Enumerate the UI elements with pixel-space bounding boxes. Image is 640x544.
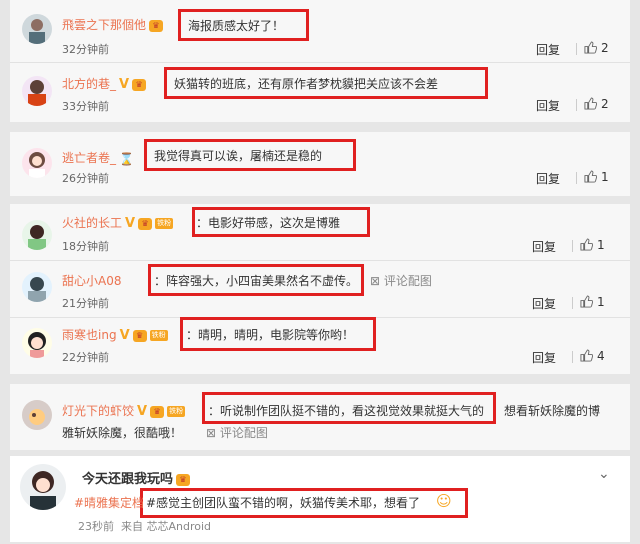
comment-user-name[interactable]: 甜心小A08: [62, 272, 121, 289]
comment-user-name[interactable]: 雨寒也ing V ♛ 铁粉: [62, 326, 168, 343]
divider: [572, 240, 573, 252]
like-button[interactable]: 2: [584, 41, 609, 55]
crown-icon: ♛: [176, 473, 191, 486]
post-source: 来自 芯芯Android: [121, 520, 212, 533]
comment-text: ：晴明，晴明，电影院等你哟！: [186, 328, 355, 342]
comment-user-name[interactable]: 飛雲之下那個他 ♛: [62, 16, 164, 33]
avatar[interactable]: [22, 400, 52, 430]
comment-text: 妖猫转的班底，还有原作者梦枕貘把关应该不会差: [174, 77, 439, 91]
comment-time: 22分钟前: [62, 351, 109, 364]
verified-icon: V: [119, 77, 130, 92]
thumbs-up-icon: [580, 238, 593, 251]
like-count: 2: [601, 41, 609, 55]
avatar[interactable]: [22, 148, 52, 178]
post-card: 今天还跟我玩吗 ♛ ⌄ #晴雅集定档 #感觉主创团队蛮不错的啊，妖猫传美术耶，想看…: [10, 456, 630, 542]
comment-user-name[interactable]: 灯光下的虾饺 V ♛ 铁粉: [62, 402, 186, 419]
comment-time: 32分钟前: [62, 43, 109, 56]
comment-text: 我觉得真可以诶，屠楠还是稳的: [154, 149, 323, 163]
fan-badge-icon: 铁粉: [149, 330, 168, 341]
crown-icon: ♛: [138, 217, 153, 230]
like-button[interactable]: 2: [584, 97, 609, 111]
comment-text: ：电影好带感，这次是博雅: [196, 216, 341, 230]
thumbs-up-icon: [580, 295, 593, 308]
comment-user-name[interactable]: 火社的长工 V ♛ 铁粉: [62, 214, 174, 231]
reply-button[interactable]: 回复: [532, 349, 556, 366]
divider: [572, 351, 573, 363]
reply-button[interactable]: 回复: [536, 97, 560, 114]
like-count: 2: [601, 97, 609, 111]
crown-icon: ♛: [150, 405, 165, 418]
avatar[interactable]: [22, 220, 52, 250]
crown-icon: ♛: [132, 78, 147, 91]
reply-button[interactable]: 回复: [532, 295, 556, 312]
thumbs-up-icon: [580, 349, 593, 362]
picture-icon: ⊠: [206, 426, 217, 440]
like-count: 1: [601, 170, 609, 184]
post-text: #感觉主创团队蛮不错的啊，妖猫传美术耶，想看了: [146, 496, 421, 510]
post-user-name[interactable]: 今天还跟我玩吗 ♛: [82, 468, 191, 487]
comment-text: 海报质感太好了！: [188, 19, 285, 33]
divider: [10, 260, 630, 261]
thumbs-up-icon: [584, 97, 597, 110]
comment-time: 21分钟前: [62, 297, 109, 310]
like-button[interactable]: 4: [580, 349, 605, 363]
post-time: 23秒前 来自 芯芯Android: [78, 520, 212, 533]
comment-time: 26分钟前: [62, 172, 109, 185]
picture-icon: ⊠: [370, 274, 381, 288]
like-count: 4: [597, 349, 605, 363]
hourglass-icon: ⌛: [119, 151, 134, 166]
comment-card-1: 飛雲之下那個他 ♛ 海报质感太好了！ 32分钟前 回复 2 北方的巷_ V ♛ 妖猫转…: [10, 0, 630, 122]
reply-button[interactable]: 回复: [536, 41, 560, 58]
comment-card-3: 火社的长工 V ♛ 铁粉 ：电影好带感，这次是博雅 18分钟前 回复 1 甜心小A08…: [10, 204, 630, 374]
like-count: 1: [597, 295, 605, 309]
avatar[interactable]: [22, 272, 52, 302]
divider: [576, 43, 577, 55]
comment-text: ：阵容强大，小四宙美果然名不虚传。: [154, 274, 359, 288]
thumbs-up-icon: [584, 170, 597, 183]
comment-user-name[interactable]: 逃亡者卷_ ⌛: [62, 149, 134, 166]
avatar[interactable]: [22, 76, 52, 106]
like-button[interactable]: 1: [580, 295, 605, 309]
divider: [572, 297, 573, 309]
verified-icon: V: [119, 328, 130, 343]
verified-icon: V: [137, 404, 148, 419]
divider: [576, 172, 577, 184]
verified-icon: V: [125, 216, 136, 231]
comment-text-line2: 雅斩妖除魔，很酷哦！: [62, 426, 183, 440]
smile-emoji-icon: ☺: [436, 492, 452, 510]
thumbs-up-icon: [584, 41, 597, 54]
reply-button[interactable]: 回复: [532, 238, 556, 255]
fan-badge-icon: 铁粉: [155, 218, 174, 229]
like-count: 1: [597, 238, 605, 252]
comment-user-name[interactable]: 北方的巷_ V ♛: [62, 75, 147, 92]
crown-icon: ♛: [149, 19, 164, 32]
comment-time: 33分钟前: [62, 100, 109, 113]
comment-card-4: 灯光下的虾饺 V ♛ 铁粉 ：听说制作团队挺不错的，看这视觉效果就挺大气的 想看斩妖除…: [10, 384, 630, 450]
post-hashtag[interactable]: #晴雅集定档: [74, 494, 144, 511]
like-button[interactable]: 1: [580, 238, 605, 252]
comment-text: ：听说制作团队挺不错的，看这视觉效果就挺大气的: [208, 404, 485, 418]
like-button[interactable]: 1: [584, 170, 609, 184]
view-picture-link[interactable]: ⊠ 评论配图: [206, 424, 268, 441]
crown-icon: ♛: [132, 329, 147, 342]
fan-badge-icon: 铁粉: [167, 406, 186, 417]
comment-text-tail: 想看斩妖除魔的博: [504, 404, 601, 418]
avatar[interactable]: [22, 328, 52, 358]
avatar[interactable]: [20, 464, 66, 510]
divider: [576, 99, 577, 111]
reply-button[interactable]: 回复: [536, 170, 560, 187]
comment-card-2: 逃亡者卷_ ⌛ 我觉得真可以诶，屠楠还是稳的 26分钟前 回复 1: [10, 132, 630, 196]
divider: [10, 62, 630, 63]
chevron-down-icon[interactable]: ⌄: [598, 466, 610, 482]
view-picture-link[interactable]: ⊠ 评论配图: [370, 272, 432, 289]
avatar[interactable]: [22, 14, 52, 44]
comment-time: 18分钟前: [62, 240, 109, 253]
